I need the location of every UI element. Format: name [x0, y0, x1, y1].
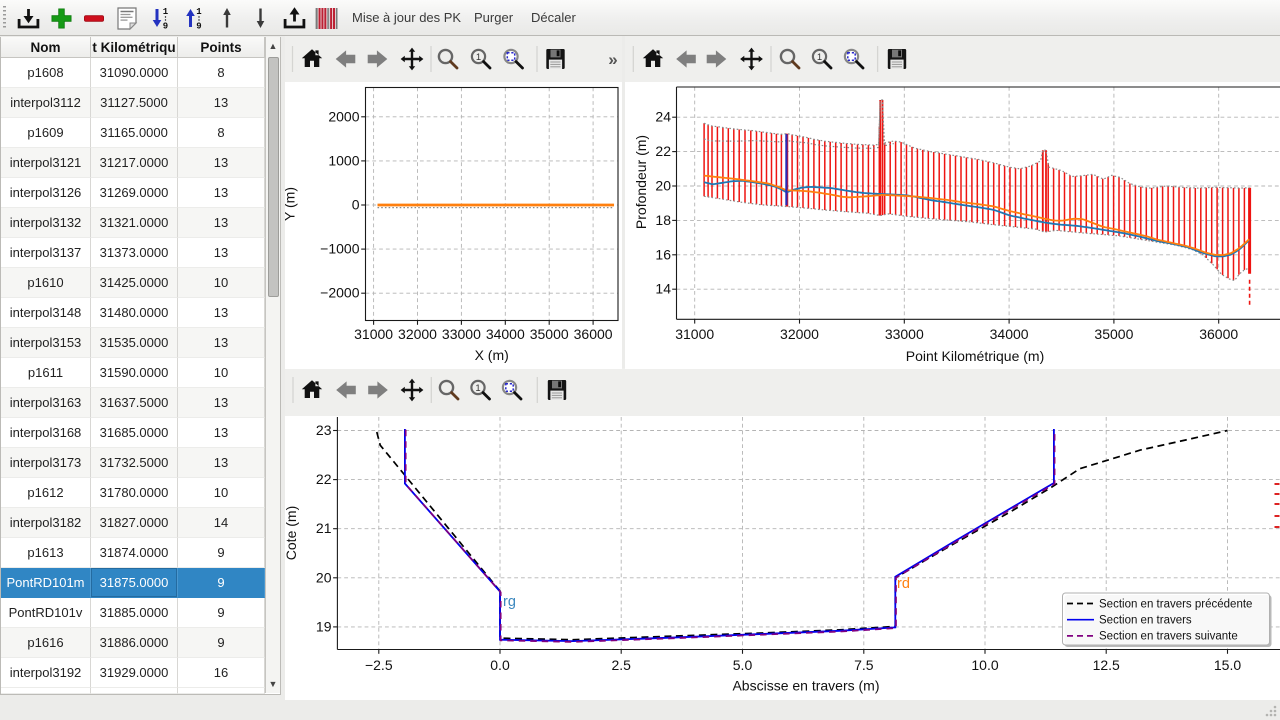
svg-text:0: 0 [352, 197, 360, 213]
svg-text:»: » [608, 50, 617, 69]
svg-text:Profondeur (m): Profondeur (m) [633, 135, 649, 229]
svg-text:Section en travers suivante: Section en travers suivante [1099, 631, 1238, 643]
svg-text:21: 21 [316, 520, 332, 536]
svg-text:rg: rg [503, 594, 516, 610]
svg-text:23: 23 [316, 422, 332, 438]
svg-text:24: 24 [655, 109, 671, 125]
svg-text:22: 22 [655, 143, 671, 159]
svg-text:1: 1 [475, 383, 480, 394]
svg-text:36000: 36000 [1199, 326, 1238, 342]
svg-text:36000: 36000 [574, 326, 613, 342]
svg-text:Cote (m): Cote (m) [285, 506, 299, 560]
svg-text:Y (m): Y (m) [285, 187, 298, 221]
svg-text:rd: rd [897, 576, 910, 592]
svg-text:7.5: 7.5 [854, 657, 874, 673]
svg-text:Abscisse en travers (m): Abscisse en travers (m) [732, 678, 879, 694]
svg-text:22: 22 [316, 471, 332, 487]
svg-text:X (m): X (m) [475, 347, 509, 363]
svg-text:20: 20 [655, 178, 671, 194]
svg-text:31000: 31000 [354, 326, 393, 342]
svg-text:15.0: 15.0 [1214, 657, 1241, 673]
svg-text:5.0: 5.0 [733, 657, 753, 673]
svg-text:1000: 1000 [328, 152, 359, 168]
svg-text:9: 9 [196, 22, 201, 32]
svg-text:12.5: 12.5 [1093, 657, 1120, 673]
svg-text:35000: 35000 [1094, 326, 1133, 342]
svg-text:35000: 35000 [530, 326, 569, 342]
svg-text:32000: 32000 [780, 326, 819, 342]
svg-text:34000: 34000 [486, 326, 525, 342]
svg-text:14: 14 [655, 281, 671, 297]
svg-text:20: 20 [316, 569, 332, 585]
svg-text:9: 9 [163, 22, 168, 32]
svg-text:1: 1 [163, 7, 169, 17]
svg-text:31000: 31000 [675, 326, 714, 342]
svg-text:Section en travers: Section en travers [1099, 615, 1192, 627]
svg-text:1: 1 [817, 52, 822, 63]
svg-text:33000: 33000 [442, 326, 481, 342]
svg-text:16: 16 [655, 246, 671, 262]
svg-text:−2000: −2000 [320, 285, 360, 301]
svg-text:2.5: 2.5 [611, 657, 631, 673]
svg-text:0.0: 0.0 [490, 657, 510, 673]
svg-text:32000: 32000 [398, 326, 437, 342]
svg-text:33000: 33000 [885, 326, 924, 342]
svg-text:Point Kilométrique (m): Point Kilométrique (m) [906, 348, 1045, 364]
svg-text:10.0: 10.0 [971, 657, 998, 673]
svg-text:18: 18 [655, 212, 671, 228]
svg-text:−1000: −1000 [320, 241, 360, 257]
svg-text:1: 1 [476, 52, 481, 63]
svg-text:19: 19 [316, 618, 332, 634]
svg-text:34000: 34000 [990, 326, 1029, 342]
svg-text:−2.5: −2.5 [365, 657, 393, 673]
svg-text:1: 1 [196, 7, 202, 17]
svg-text:Section en travers précédente: Section en travers précédente [1099, 598, 1252, 610]
svg-text:2000: 2000 [328, 108, 359, 124]
